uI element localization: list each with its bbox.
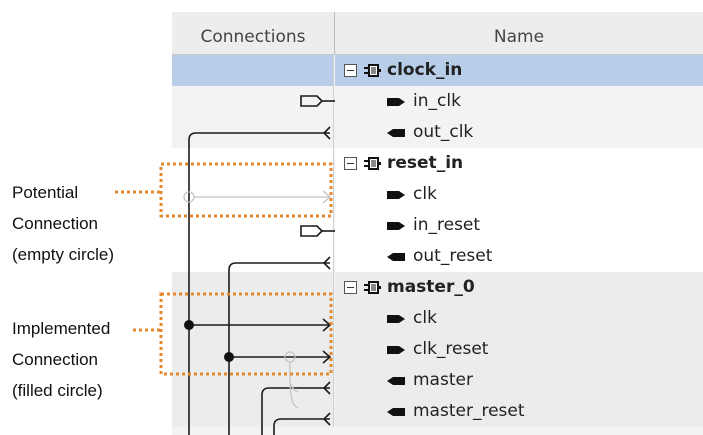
export-reset-icon[interactable] bbox=[300, 225, 324, 237]
export-clk-icon[interactable] bbox=[300, 95, 324, 107]
reset-connection-line bbox=[228, 262, 330, 435]
implemented-connection-dot-icon[interactable] bbox=[184, 320, 194, 330]
potential-highlight-box bbox=[159, 162, 333, 218]
master-connection-line bbox=[261, 387, 330, 435]
implemented-highlight-box bbox=[159, 292, 333, 376]
implemented-connection-dot-icon[interactable] bbox=[224, 352, 234, 362]
potential-connection-line bbox=[289, 362, 299, 409]
master-reset-connection-line bbox=[273, 418, 330, 435]
connection-graph bbox=[115, 95, 335, 435]
clock-connection-line bbox=[188, 132, 330, 435]
